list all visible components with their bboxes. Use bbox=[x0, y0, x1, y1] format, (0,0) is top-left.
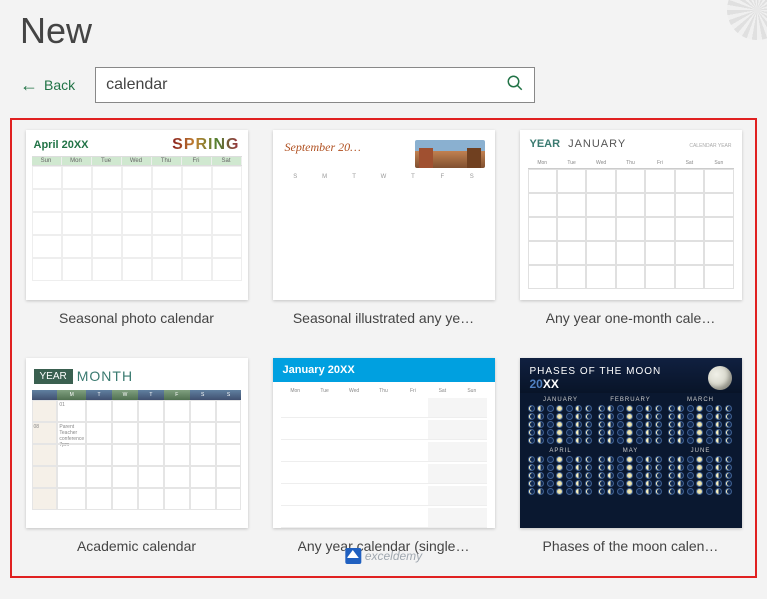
page-title: New bbox=[20, 10, 747, 52]
calendar-grid: SunMonTueWedThuFriSat bbox=[32, 156, 242, 165]
template-any-year-one-month[interactable]: YEAR JANUARY CALENDAR YEAR MonTueWedThuF… bbox=[512, 130, 749, 348]
template-label: Seasonal photo calendar bbox=[59, 310, 214, 326]
template-thumbnail: January 20XX MonTueWedThuFriSatSun bbox=[273, 358, 495, 528]
template-academic[interactable]: YEAR MONTH MTWTFSS 01 08Parent Teacherco… bbox=[18, 358, 255, 576]
template-any-year-single[interactable]: January 20XX MonTueWedThuFriSatSun Any y… bbox=[265, 358, 502, 576]
back-label: Back bbox=[44, 77, 75, 93]
moon-icon bbox=[708, 366, 732, 390]
template-thumbnail: YEAR MONTH MTWTFSS 01 08Parent Teacherco… bbox=[26, 358, 248, 528]
template-thumbnail: PHASES OF THE MOON 20XX JANUARYFEBRUARYM… bbox=[520, 358, 742, 528]
template-thumbnail: YEAR JANUARY CALENDAR YEAR MonTueWedThuF… bbox=[520, 130, 742, 300]
template-label: Academic calendar bbox=[77, 538, 196, 554]
header: New bbox=[0, 0, 767, 67]
calendar-grid: SMTWTFS bbox=[281, 172, 487, 182]
thumb-year: YEAR bbox=[530, 138, 561, 150]
template-label: Any year one-month cale… bbox=[546, 310, 716, 326]
thumb-deco-text: SPRING bbox=[172, 136, 239, 154]
template-seasonal-illustrated[interactable]: September 20… SMTWTFS Seasonal illustrat… bbox=[265, 130, 502, 348]
moon-months-grid: JANUARYFEBRUARYMARCHAPRILMAYJUNE bbox=[520, 393, 742, 499]
back-button[interactable]: ← Back bbox=[20, 76, 75, 94]
template-label: Seasonal illustrated any ye… bbox=[293, 310, 474, 326]
template-thumbnail: September 20… SMTWTFS bbox=[273, 130, 495, 300]
thumb-month: MONTH bbox=[77, 368, 133, 384]
thumb-title: PHASES OF THE MOON bbox=[530, 366, 662, 377]
template-label: Any year calendar (single… bbox=[298, 538, 470, 554]
template-moon-phases[interactable]: PHASES OF THE MOON 20XX JANUARYFEBRUARYM… bbox=[512, 358, 749, 576]
thumb-title: April 20XX bbox=[34, 139, 89, 151]
thumb-year: 20XX bbox=[530, 377, 662, 391]
thumb-month: JANUARY bbox=[568, 138, 626, 150]
template-seasonal-photo[interactable]: April 20XX SPRING SunMonTueWedThuFriSat … bbox=[18, 130, 255, 348]
thumb-year: YEAR bbox=[34, 369, 73, 384]
calendar-grid: MonTueWedThuFriSatSun bbox=[281, 386, 487, 528]
thumb-title: January 20XX bbox=[273, 358, 495, 382]
thumb-title: September 20… bbox=[285, 140, 361, 155]
calendar-grid: MonTueWedThuFriSatSun bbox=[528, 158, 734, 289]
template-label: Phases of the moon calen… bbox=[543, 538, 719, 554]
illustration-icon bbox=[415, 140, 485, 168]
calendar-grid: MTWTFSS 01 08Parent Teacherconference 7p… bbox=[32, 390, 242, 510]
search-icon[interactable] bbox=[506, 74, 524, 97]
search-input[interactable] bbox=[106, 76, 506, 94]
back-arrow-icon: ← bbox=[20, 76, 38, 94]
template-thumbnail: April 20XX SPRING SunMonTueWedThuFriSat bbox=[26, 130, 248, 300]
search-row: ← Back bbox=[0, 67, 767, 118]
template-results: April 20XX SPRING SunMonTueWedThuFriSat … bbox=[10, 118, 757, 578]
search-box[interactable] bbox=[95, 67, 535, 103]
